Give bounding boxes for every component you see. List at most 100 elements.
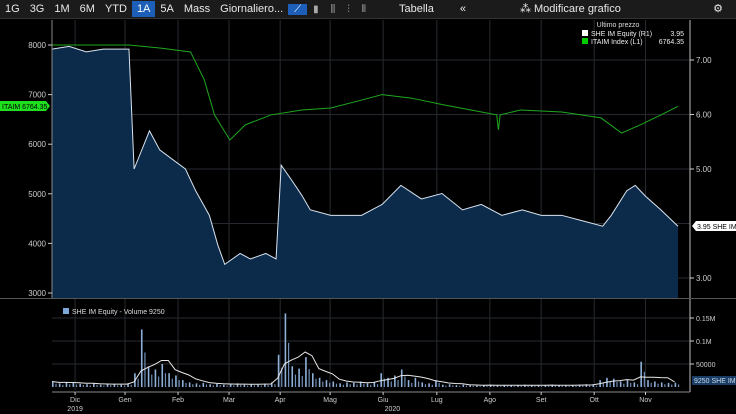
itaim-badge-text: ITAIM 6764.35 [2,104,48,111]
she-area [52,46,678,299]
volume-bar [305,357,307,387]
volume-badge-text: 9250 SHE IM [694,378,736,385]
volume-bar [243,384,246,387]
volume-bar [291,366,294,387]
volume-bar [62,384,64,387]
volume-bar [636,384,639,387]
volume-bar [130,384,132,387]
volume-bar [294,374,297,387]
volume-bar [113,384,116,387]
hilo-icon[interactable]: ⫴ [356,4,372,15]
volume-bar [390,381,392,387]
volume-bar [452,385,454,387]
volume-bar [240,384,242,387]
volume-bar [216,383,218,387]
volume-bar [202,382,205,387]
range-1a[interactable]: 1A [131,1,156,17]
volume-bar [246,385,249,387]
gear-icon[interactable]: ⚙ [708,1,728,17]
volume-bar [335,383,338,387]
table-button[interactable]: Tabella [394,1,439,17]
itaim-badge: ITAIM 6764.35 [0,101,50,111]
volume-bar [630,382,632,387]
price-chart[interactable]: 3000 4000 5000 6000 7000 8000 3.00 5.00 6.00 7.00… [0,0,736,414]
volume-bar [414,377,417,387]
volume-bar [397,380,399,387]
volume-bar [212,385,214,387]
month-label: Feb [172,397,184,404]
collapse-button[interactable]: « [455,1,471,17]
volume-bar [373,382,376,387]
range-5a[interactable]: 5A [155,1,178,17]
volume-bar [493,385,495,387]
volume-bar [229,384,232,387]
range-1g[interactable]: 1G [0,1,25,17]
volume-bar [565,385,567,387]
she-badge: 3.95 SHE IM [692,221,736,231]
volume-bar [69,384,71,387]
year-label: 2019 [67,406,83,413]
line-chart-icon[interactable]: ⟋ [288,3,308,15]
volume-bar [370,384,372,387]
left-tick-label: 5000 [28,190,46,199]
volume-bar [158,376,160,387]
volume-bar [65,382,68,387]
volume-bar [654,381,656,387]
month-label: Lug [431,397,443,404]
volume-bar [418,381,420,387]
volume-bar [438,382,440,387]
range-1m[interactable]: 1M [49,1,74,17]
volume-bar [253,385,256,387]
candle-chart-icon[interactable]: ⫼ [325,4,342,15]
volume-bar [363,383,365,387]
volume-bar [322,381,324,387]
volume-bar [103,385,105,387]
volume-bar [123,385,126,387]
volume-bar [110,385,112,387]
range-mass[interactable]: Mass [179,1,215,17]
volume-tick-label: 50000 [696,362,716,369]
volume-bar [257,384,259,387]
right-tick-label: 5.00 [696,165,712,174]
volume-bar [329,382,331,387]
legend-name: SHE IM Equity (R1) [591,31,652,38]
left-tick-label: 3000 [28,289,46,298]
volume-bar [58,383,61,387]
volume-bar [315,378,317,387]
bar-chart-icon[interactable]: ▮ [307,4,325,15]
volume-bar [274,384,276,387]
volume-bar [609,381,611,387]
volume-bar [496,385,499,387]
volume-title: SHE IM Equity - Volume 9250 [72,309,165,316]
range-3g[interactable]: 3G [25,1,50,17]
volume-bar [506,385,509,387]
volume-badge: 9250 SHE IM [692,376,736,385]
range-ytd[interactable]: YTD [100,1,132,17]
month-label: Apr [275,397,287,404]
frequency-dropdown[interactable]: Giornaliero... [215,1,288,17]
volume-bar [633,382,636,387]
volume-bar [424,384,427,387]
ohlc-icon[interactable]: ⫶ [341,4,356,15]
range-6m[interactable]: 6M [75,1,100,17]
volume-bar [223,384,225,387]
volume-bar [534,385,536,387]
volume-bar [147,366,150,387]
volume-bar [541,386,543,387]
volume-bar [455,385,458,387]
volume-bar [537,385,540,387]
modify-chart-button[interactable]: ⁂ Modificare grafico [515,1,626,17]
volume-bar [376,384,379,387]
volume-bar [407,380,410,387]
volume-bar [89,385,91,387]
she-badge-text: 3.95 SHE IM [697,224,736,231]
right-tick-label: 6.00 [696,111,712,120]
volume-bar [510,385,512,387]
volume-tick-label: 0.15M [696,316,716,323]
left-tick-label: 8000 [28,41,46,50]
volume-bar [366,383,369,387]
volume-bar [643,371,645,387]
volume-bar [500,386,502,387]
volume-bar [674,382,677,387]
month-label: Gen [118,397,131,404]
